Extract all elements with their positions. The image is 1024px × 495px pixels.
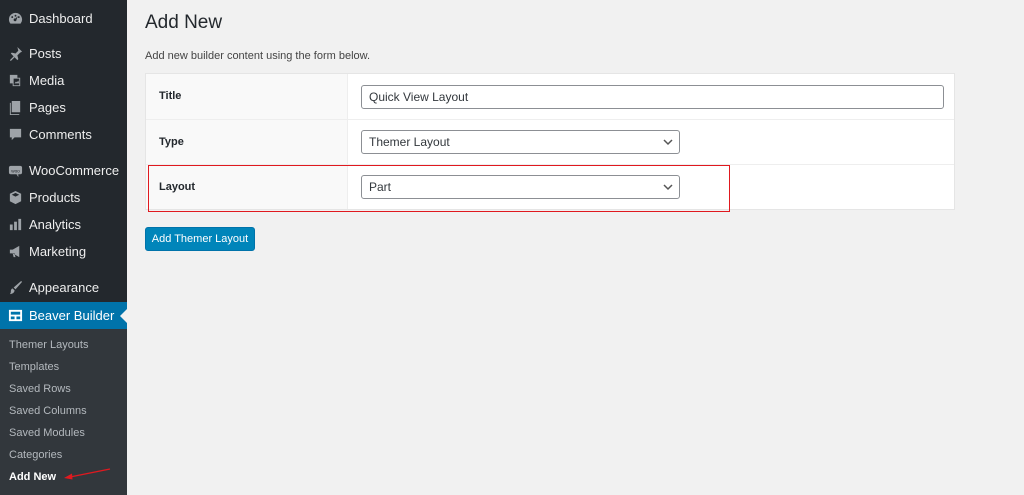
menu-label: Products: [29, 190, 81, 205]
menu-label: Marketing: [29, 244, 87, 259]
menu-label: Posts: [29, 46, 62, 61]
chevron-down-icon: [663, 183, 673, 191]
menu-item-marketing[interactable]: Marketing: [0, 238, 127, 265]
woocommerce-icon: woo: [7, 163, 23, 179]
menu-label: Pages: [29, 100, 66, 115]
menu-label: Analytics: [29, 217, 82, 232]
admin-sidebar: Dashboard Posts Media Pages Comments woo…: [0, 0, 127, 495]
menu-item-dashboard[interactable]: Dashboard: [0, 5, 127, 32]
submenu-item-themer-layouts[interactable]: Themer Layouts: [9, 337, 88, 353]
add-themer-layout-button[interactable]: Add Themer Layout: [145, 227, 255, 251]
type-select-value: Themer Layout: [369, 135, 450, 149]
menu-label: Comments: [29, 127, 92, 142]
brush-icon: [7, 280, 23, 296]
row-divider: [146, 119, 954, 120]
layout-icon: [7, 308, 23, 324]
row-divider: [146, 164, 954, 165]
submenu-item-templates[interactable]: Templates: [9, 359, 59, 375]
svg-text:woo: woo: [11, 168, 20, 173]
layout-select-value: Part: [369, 180, 392, 194]
type-select[interactable]: Themer Layout: [361, 130, 680, 154]
layout-label: Layout: [159, 181, 196, 193]
menu-label: Media: [29, 73, 65, 88]
title-label: Title: [159, 90, 182, 102]
menu-label: WooCommerce: [29, 163, 120, 178]
submenu-item-saved-rows[interactable]: Saved Rows: [9, 381, 71, 397]
menu-item-posts[interactable]: Posts: [0, 40, 127, 67]
page-description: Add new builder content using the form b…: [145, 50, 371, 62]
dashboard-icon: [7, 11, 23, 27]
submenu-item-saved-modules[interactable]: Saved Modules: [9, 425, 85, 441]
chevron-down-icon: [663, 138, 673, 146]
megaphone-icon: [7, 244, 23, 260]
bar-chart-icon: [7, 217, 23, 233]
title-input[interactable]: [361, 85, 944, 109]
annotation-arrow-icon: [64, 468, 111, 480]
pin-icon: [7, 46, 23, 62]
menu-item-analytics[interactable]: Analytics: [0, 211, 127, 238]
comment-icon: [7, 127, 23, 143]
menu-item-beaver-builder[interactable]: Beaver Builder: [0, 302, 127, 329]
submenu-item-add-new[interactable]: Add New: [9, 469, 56, 485]
add-new-form: Title Type Themer Layout Layout Part: [145, 73, 955, 210]
menu-item-woocommerce[interactable]: woo WooCommerce: [0, 157, 127, 184]
media-icon: [7, 73, 23, 89]
box-icon: [7, 190, 23, 206]
pages-icon: [7, 100, 23, 116]
submenu-item-categories[interactable]: Categories: [9, 447, 62, 463]
menu-label: Beaver Builder: [29, 308, 115, 323]
menu-item-comments[interactable]: Comments: [0, 121, 127, 148]
menu-item-products[interactable]: Products: [0, 184, 127, 211]
menu-label: Appearance: [29, 280, 100, 295]
menu-label: Dashboard: [29, 11, 93, 26]
type-label: Type: [159, 136, 184, 148]
submenu-item-saved-columns[interactable]: Saved Columns: [9, 403, 87, 419]
menu-item-appearance[interactable]: Appearance: [0, 274, 127, 301]
page-title: Add New: [145, 12, 223, 33]
layout-select[interactable]: Part: [361, 175, 680, 199]
menu-item-pages[interactable]: Pages: [0, 94, 127, 121]
menu-item-media[interactable]: Media: [0, 67, 127, 94]
